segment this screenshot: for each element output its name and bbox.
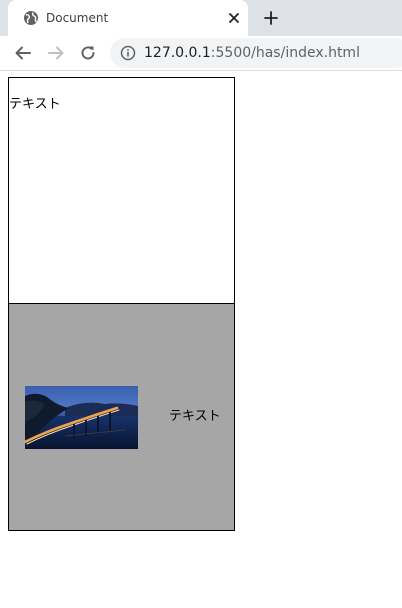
bottom-box: テキスト xyxy=(8,303,235,531)
forward-arrow-icon[interactable] xyxy=(47,44,65,62)
browser-tab[interactable]: Document xyxy=(8,0,248,36)
bottom-box-text: テキスト xyxy=(169,409,221,424)
new-tab-icon[interactable] xyxy=(263,10,279,26)
globe-icon xyxy=(24,11,38,25)
tab-strip: Document xyxy=(0,0,402,36)
browser-toolbar: 127.0.0.1:5500/has/index.html xyxy=(0,36,402,70)
bridge-night-photo xyxy=(25,386,138,449)
page-viewport: テキスト テキスト xyxy=(0,71,402,608)
reload-icon[interactable] xyxy=(79,44,97,62)
close-icon[interactable] xyxy=(227,11,241,25)
info-icon[interactable] xyxy=(120,45,136,61)
tab-title: Document xyxy=(46,11,109,25)
url-path: :5500/has/index.html xyxy=(210,45,360,61)
url-text[interactable]: 127.0.0.1:5500/has/index.html xyxy=(144,45,360,61)
address-bar[interactable]: 127.0.0.1:5500/has/index.html xyxy=(110,38,402,68)
top-box: テキスト xyxy=(8,77,235,304)
back-arrow-icon[interactable] xyxy=(14,44,32,62)
url-host: 127.0.0.1 xyxy=(144,45,211,61)
top-box-text: テキスト xyxy=(9,97,61,112)
